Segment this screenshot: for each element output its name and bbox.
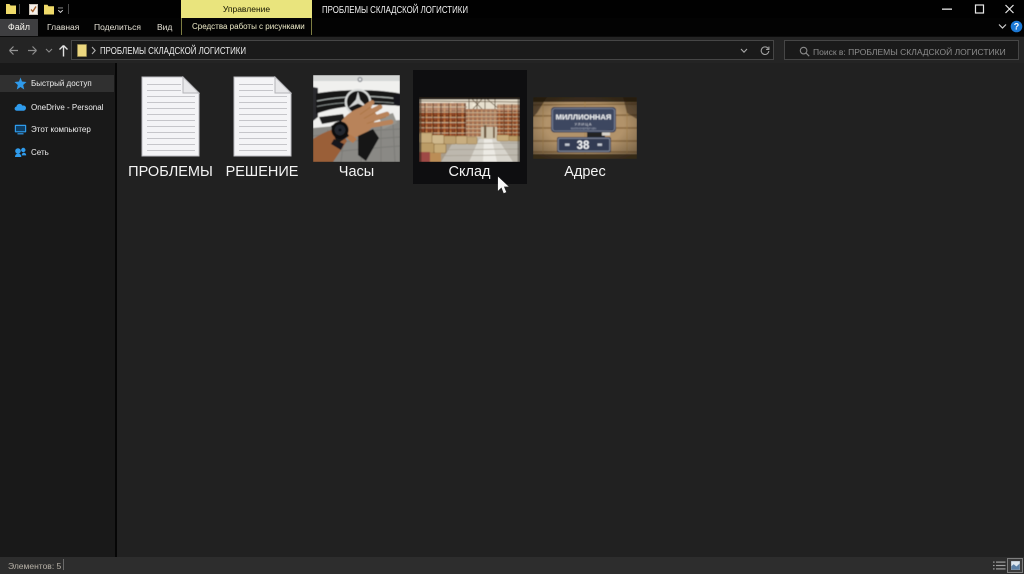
- svg-text:38: 38: [577, 140, 590, 152]
- svg-text:МИЛЛИОНЕРЛЕР КӨЧ: МИЛЛИОНЕРЛЕР КӨЧ: [571, 128, 597, 131]
- svg-text:?: ?: [1014, 22, 1020, 32]
- svg-text:УЛИЦА: УЛИЦА: [575, 123, 593, 127]
- svg-text:МИЛЛИОННАЯ: МИЛЛИОННАЯ: [556, 113, 612, 122]
